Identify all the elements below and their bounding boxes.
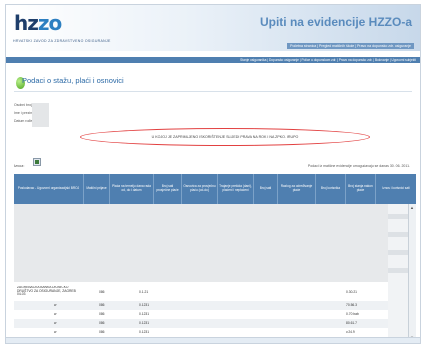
amount-cell: 0.30.21 (346, 290, 357, 294)
page-frame: hzzo HRVATSKI ZAVOD ZA ZDRAVSTVENO OSIGU… (5, 4, 421, 344)
col-header-sati[interactable]: Broj sati (254, 174, 278, 204)
employer-cell: w (54, 330, 57, 334)
logo-main: hz (14, 11, 39, 35)
side-cell (388, 214, 408, 219)
table-row[interactable]: ZAGREBAČKA BANKA DIONIČKO DRUŠTVO ZA OSI… (14, 284, 388, 300)
period-cell: 0.1231 (139, 321, 150, 325)
scroll-up-icon[interactable]: ▲ (410, 206, 414, 210)
side-cell (388, 232, 408, 237)
records-table: Poslodavac - Ugovorni organizacijski BRO… (14, 174, 416, 342)
bottom-scrollbar[interactable] (6, 337, 420, 343)
code-cell: 086 (99, 321, 105, 325)
code-cell: 086 (99, 290, 105, 294)
app-title: Upiti na evidencije HZZO-a (259, 15, 412, 29)
side-column (388, 204, 408, 342)
table-row[interactable]: w 086 0.1231 0.70 bab (14, 310, 388, 319)
amount-cell: v.24.9 (346, 330, 355, 334)
vertical-scrollbar[interactable] (408, 204, 416, 342)
amount-cell: 70.56.3 (346, 303, 357, 307)
hzzo-logo[interactable]: hzzo (14, 11, 62, 35)
table-blank-area (14, 204, 388, 282)
title-divider (14, 91, 412, 92)
col-header-users[interactable]: Broj korisnika (316, 174, 346, 204)
update-note: Podaci iz matične evidencije omogućavaju… (307, 164, 410, 168)
page-title: Podaci o stažu, plaći i osnovici (22, 76, 124, 85)
col-header-employer[interactable]: Poslodavac - Ugovorni organizacijski BRO… (14, 174, 84, 204)
col-header-reason[interactable]: Razlog za određivanje plaće (278, 174, 316, 204)
col-header-base[interactable]: Osnovica za prosječnu plaću (od-do) (182, 174, 218, 204)
top-links[interactable]: Početna stranica | Pregled matičnih škol… (287, 43, 414, 49)
person-info-values (32, 103, 49, 127)
employer-cell: w (54, 321, 57, 325)
amount-cell: 80.61.7 (346, 321, 357, 325)
logo-accent: zo (37, 11, 62, 35)
employer-cell: w (54, 312, 57, 316)
label-osobni-broj: Osobni broj: (14, 103, 33, 107)
code-cell: 086 (99, 330, 105, 334)
code-cell: 086 (99, 303, 105, 307)
col-header-amount[interactable]: Iznos i korisnici sati (376, 174, 416, 204)
table-row[interactable]: w 086 0.1231 70.56.3 (14, 301, 388, 310)
col-header-period[interactable]: Plaća na temelju dana rada od, do i datu… (110, 174, 154, 204)
table-row[interactable]: w 086 0.1231 80.61.7 (14, 319, 388, 328)
table-header: Poslodavac - Ugovorni organizacijski BRO… (14, 174, 416, 204)
col-header-hours[interactable]: Broj sati prosječne plaće (154, 174, 182, 204)
excel-icon[interactable] (33, 158, 41, 166)
logo-subtitle: HRVATSKI ZAVOD ZA ZDRAVSTVENO OSIGURANJE (13, 39, 111, 43)
side-cell (388, 250, 408, 255)
side-cell (388, 268, 408, 273)
site-header: hzzo HRVATSKI ZAVOD ZA ZDRAVSTVENO OSIGU… (6, 5, 420, 51)
period-cell: 0.1.21 (139, 290, 149, 294)
notice-text: U KOJOJ JE ZAPRIMLJENO ISKORIŠTENJE SLIJ… (151, 135, 299, 139)
export-label: Izvoz: (14, 163, 25, 168)
amount-cell: 0.70 bab (346, 312, 359, 316)
period-cell: 0.1231 (139, 303, 150, 307)
period-cell: 0.1231 (139, 330, 150, 334)
col-header-interruption[interactable]: Trajanje prekida (dani), plaćeni i nepla… (218, 174, 254, 204)
employer-cell: w (54, 303, 57, 307)
col-header-state[interactable]: Broj stanja nakon plaće (346, 174, 376, 204)
employer-cell: ZAGREBAČKA BANKA DIONIČKO DRUŠTVO ZA OSI… (17, 286, 76, 295)
col-header-matricni[interactable]: Matični prijave (84, 174, 110, 204)
main-nav[interactable]: Stanje osiguranika | Dopunsko osiguranje… (6, 57, 420, 63)
period-cell: 0.1231 (139, 312, 150, 316)
code-cell: 086 (99, 312, 105, 316)
table-row[interactable]: w 086 0.1231 v.24.9 (14, 328, 388, 337)
